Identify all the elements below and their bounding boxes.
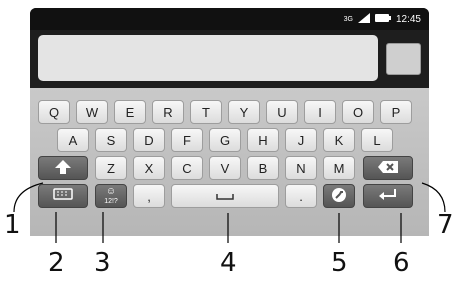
callout-4: 4	[220, 248, 237, 278]
callout-lines	[13, 182, 446, 243]
callout-1: 1	[4, 210, 21, 240]
callout-7: 7	[437, 210, 453, 240]
callout-6: 6	[393, 248, 410, 278]
callout-3: 3	[94, 248, 111, 278]
callout-5: 5	[331, 248, 348, 278]
callout-2: 2	[48, 248, 65, 278]
